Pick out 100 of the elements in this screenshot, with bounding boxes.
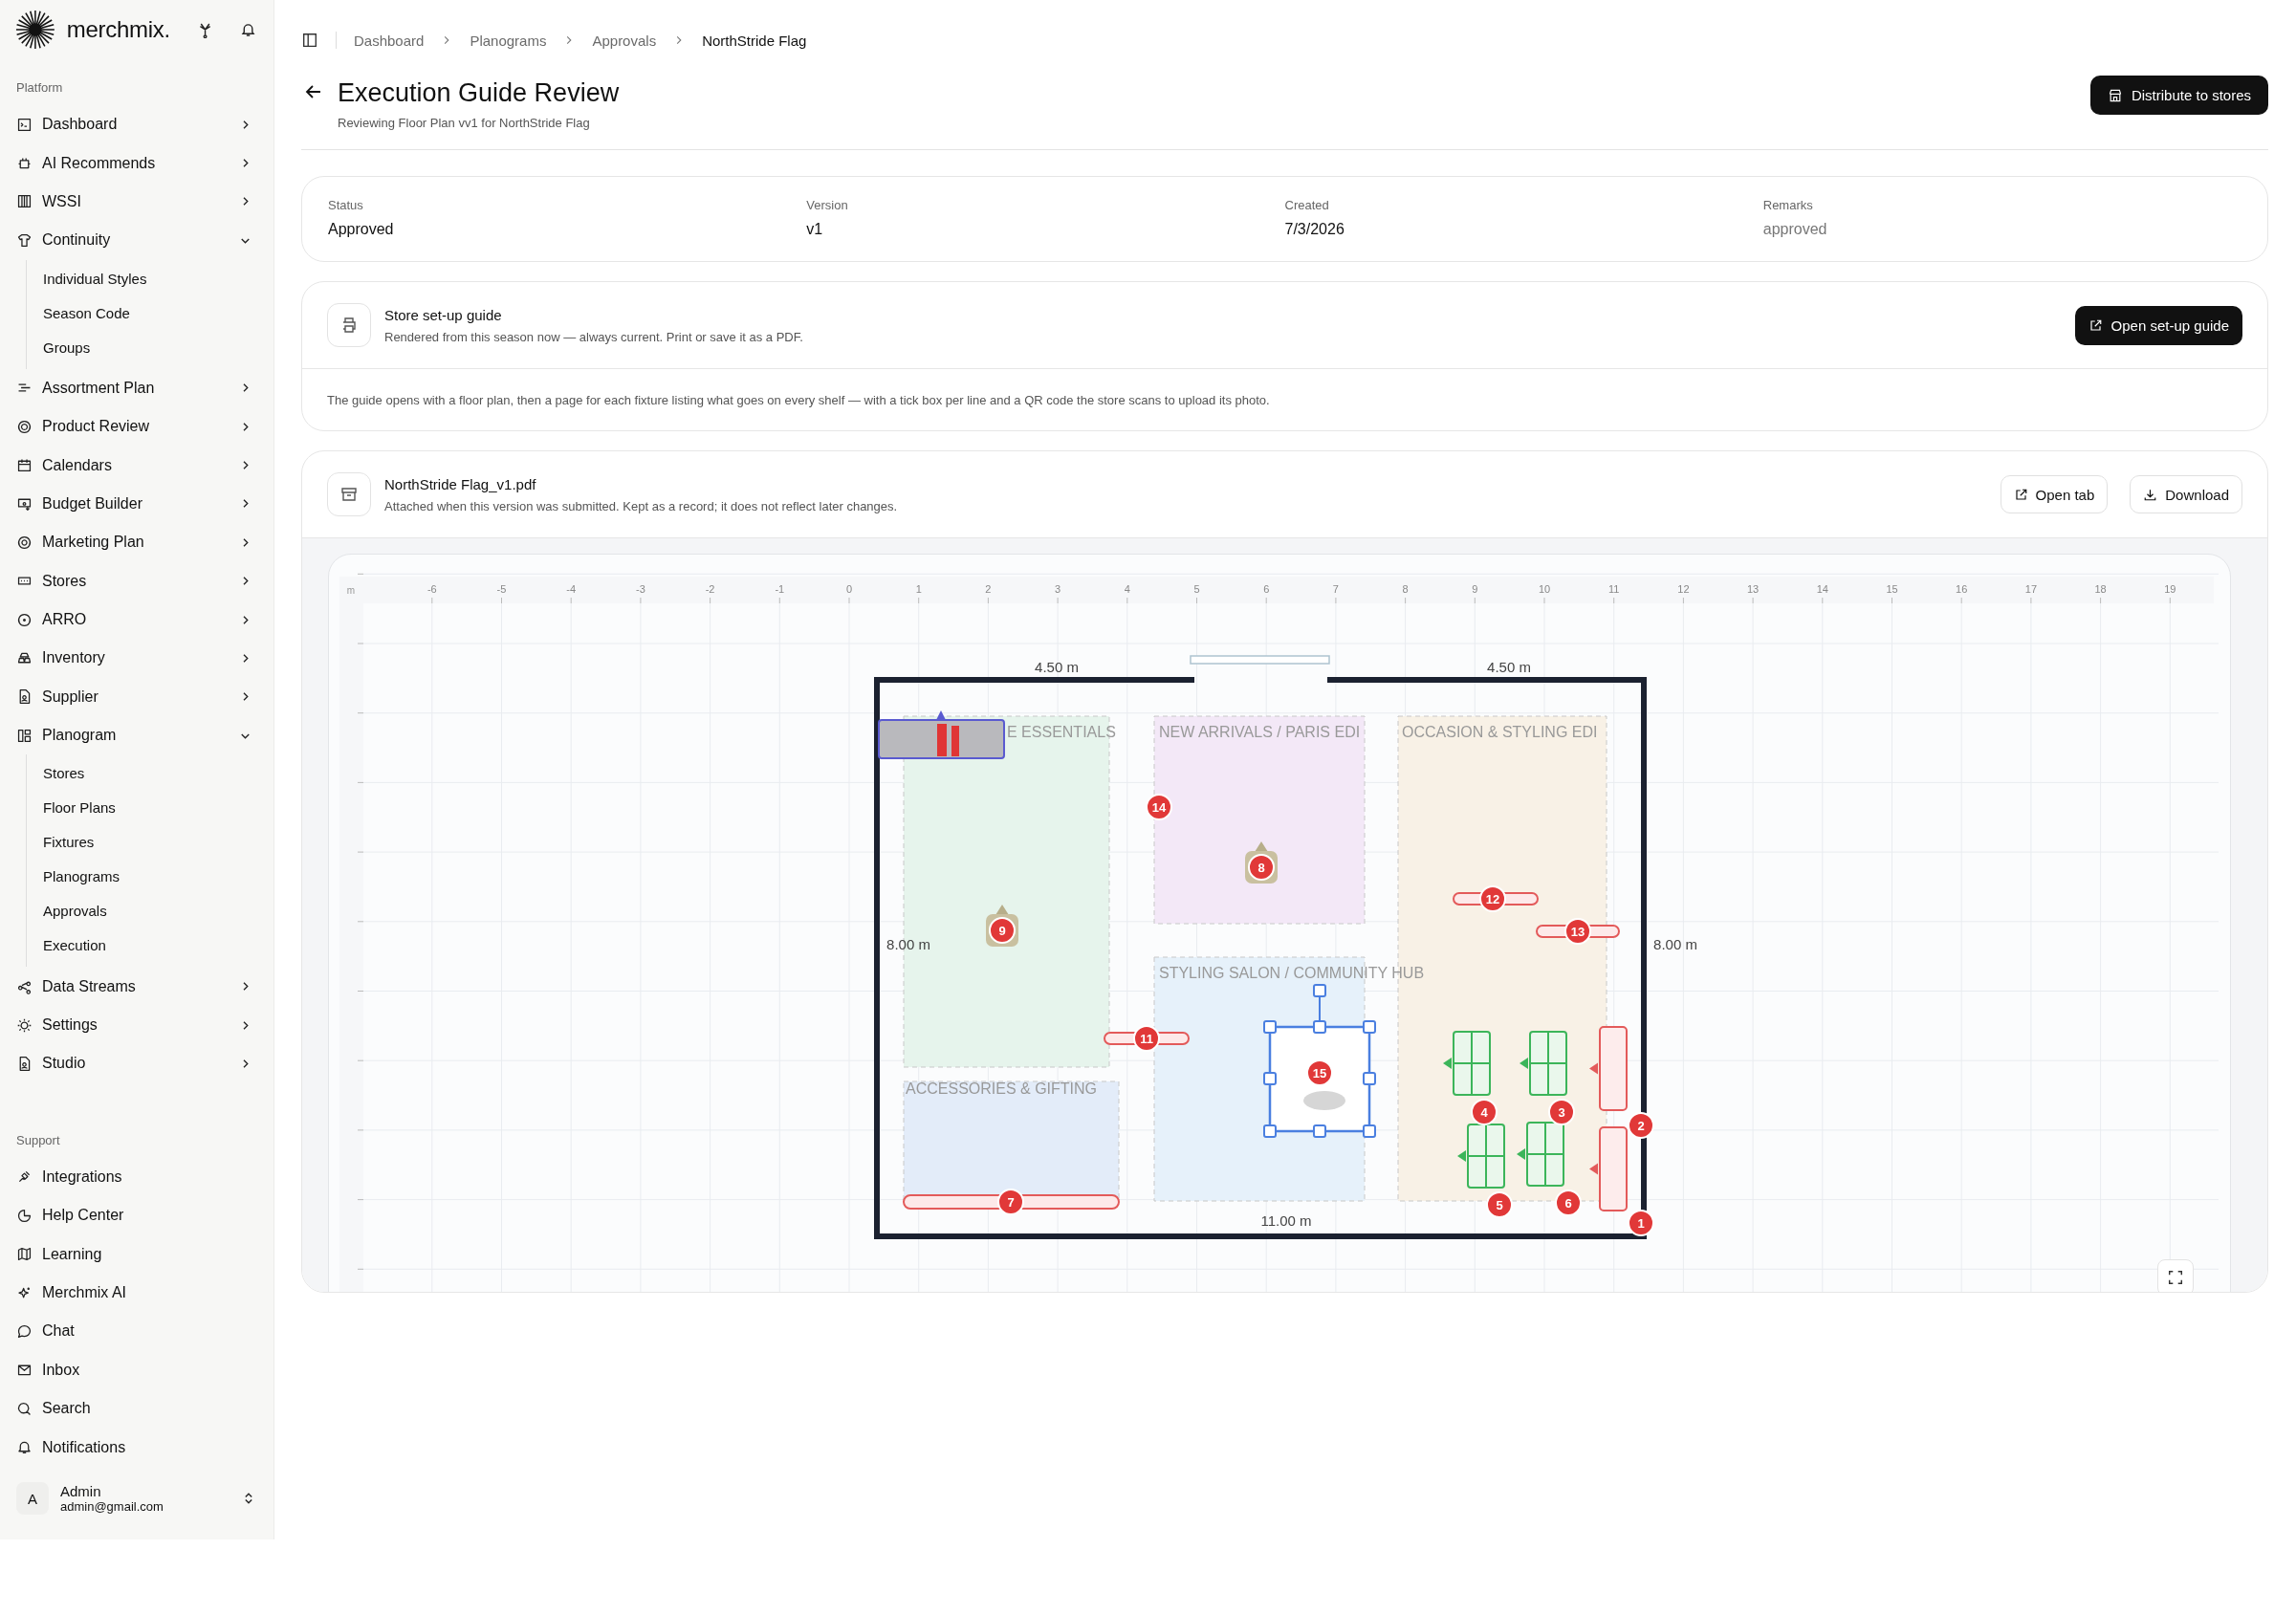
nav-item[interactable]: ARRO [16, 600, 256, 640]
nav-item[interactable]: Supplier [16, 677, 256, 717]
ruler-label: 2 [985, 583, 992, 595]
nav-item[interactable]: Budget Builder [16, 484, 256, 524]
download-button[interactable]: Download [2130, 475, 2242, 513]
fixture-marker[interactable]: 14 [1146, 794, 1172, 820]
nav-item[interactable]: Inventory [16, 639, 256, 678]
nav-icon [16, 457, 33, 474]
fixture-marker[interactable]: 2 [1628, 1112, 1654, 1139]
fixture-marker[interactable]: 1 [1628, 1210, 1654, 1236]
field-label: Status [328, 198, 364, 212]
nav-item[interactable]: Product Review [16, 406, 256, 447]
nav-item[interactable]: Learning [16, 1234, 256, 1274]
bell-icon[interactable] [239, 21, 256, 38]
breadcrumb-link[interactable]: Approvals [592, 32, 657, 49]
nav-item[interactable]: Help Center [16, 1196, 256, 1235]
nav-item[interactable]: Search [16, 1389, 256, 1429]
nav-item[interactable]: Merchmix AI [16, 1273, 256, 1313]
table-fixture [1520, 1031, 1567, 1096]
external-link-icon [2013, 487, 2028, 502]
field-label: Created [1284, 198, 1330, 212]
table-fixture [1443, 1031, 1491, 1096]
nav-item[interactable]: Notifications [16, 1428, 256, 1467]
ruler-label: -5 [496, 583, 507, 595]
nav-subitem[interactable]: Planograms [43, 860, 256, 895]
breadcrumb-link[interactable]: Planograms [470, 32, 547, 49]
fixture-marker[interactable]: 11 [1133, 1025, 1160, 1052]
nav-icon [16, 193, 33, 210]
brand-name: merchmix. [66, 16, 170, 43]
fixture-marker[interactable]: 5 [1486, 1191, 1513, 1218]
fixture-marker[interactable]: 6 [1555, 1189, 1582, 1216]
nav-icon [16, 418, 33, 435]
nav-item[interactable]: Marketing Plan [16, 523, 256, 562]
nav-icon [16, 1322, 33, 1340]
nav-item[interactable]: WSSI [16, 182, 256, 222]
ruler-label: 3 [1055, 583, 1061, 595]
zone-label: OCCASION & STYLING EDI [1402, 724, 1598, 740]
nav-subitem[interactable]: Execution [43, 928, 256, 964]
nav-subitem[interactable]: Groups [43, 330, 256, 365]
ruler-label: 18 [2094, 583, 2107, 595]
selection-frame[interactable] [1263, 984, 1376, 1138]
nav-subitem[interactable]: Stores [43, 756, 256, 792]
nav-icon [16, 116, 33, 133]
zone-label: E ESSENTIALS [1007, 724, 1116, 740]
dimension-label: 8.00 m [1653, 936, 1697, 952]
card-description: Rendered from this season now — always current. Print or save it as a PDF. [384, 329, 804, 344]
ruler-label: 4 [1124, 583, 1130, 595]
table-fixture [1517, 1122, 1564, 1187]
zone-label: NEW ARRIVALS / PARIS EDI [1159, 724, 1361, 740]
dimension-label: 8.00 m [886, 936, 930, 952]
nav-item[interactable]: Settings [16, 1005, 256, 1045]
nav-item[interactable]: Dashboard [16, 105, 256, 144]
ruler-label: 6 [1263, 583, 1270, 595]
nav-item[interactable]: Data Streams [16, 967, 256, 1006]
ruler-label: 0 [845, 583, 853, 595]
download-icon [2143, 487, 2158, 502]
field-value: approved [1762, 221, 1828, 238]
ruler-label: 17 [2024, 583, 2037, 595]
zone-label: STYLING SALON / COMMUNITY HUB [1159, 965, 1425, 981]
nav-item[interactable]: Studio [16, 1044, 256, 1083]
nav-item[interactable]: Chat [16, 1312, 256, 1351]
nav-item[interactable]: Continuity [16, 221, 256, 260]
page-subtitle: Reviewing Floor Plan vv1 for NorthStride Flag [338, 116, 591, 130]
section-label: Platform [16, 80, 64, 97]
nav-icon [16, 1207, 33, 1224]
fullscreen-button[interactable] [2157, 1259, 2194, 1292]
field-value: Approved [328, 221, 395, 238]
open-guide-button[interactable]: Open set-up guide [2074, 305, 2242, 345]
nav-icon [16, 1016, 33, 1034]
nav-subitem[interactable]: Individual Styles [43, 261, 256, 296]
fixture-marker[interactable]: 7 [997, 1189, 1024, 1215]
nav-item[interactable]: Assortment Plan [16, 368, 256, 407]
ruler-label: 9 [1472, 583, 1478, 595]
zone-label: ACCESSORIES & GIFTING [906, 1080, 1098, 1097]
archive-icon [327, 472, 371, 516]
card-description: Attached when this version was submitted. Kept as a record; it does not reflect later changes. [384, 498, 899, 513]
nav-item[interactable]: Calendars [16, 446, 256, 485]
nav-item[interactable]: Integrations [16, 1157, 256, 1197]
nav-subitem[interactable]: Approvals [43, 894, 256, 929]
nav-item[interactable]: Stores [16, 561, 256, 600]
sidebar-toggle-icon[interactable] [301, 32, 318, 49]
user-email: admin@gmail.com [60, 1499, 164, 1514]
nav-item[interactable]: Inbox [16, 1350, 256, 1389]
distribute-button[interactable]: Distribute to stores [2089, 76, 2268, 115]
nav-item[interactable]: AI Recommends [16, 143, 256, 183]
field-label: Remarks [1762, 198, 1814, 212]
ruler-label: 11 [1608, 583, 1620, 595]
breadcrumb-link[interactable]: Dashboard [354, 32, 425, 49]
ruler-label: 19 [2164, 583, 2176, 595]
ruler-label: 7 [1332, 583, 1339, 595]
nav-subitem[interactable]: Season Code [43, 295, 256, 331]
nav-icon [16, 611, 33, 628]
open-tab-button[interactable]: Open tab [2000, 475, 2109, 513]
ruler-label: 14 [1816, 583, 1828, 595]
nav-item[interactable]: Planogram [16, 716, 256, 755]
nav-icon [16, 1439, 33, 1456]
file-name: NorthStride Flag_v1.pdf [384, 475, 537, 492]
nav-subitem[interactable]: Floor Plans [43, 791, 256, 826]
nav-subitem[interactable]: Fixtures [43, 825, 256, 861]
guide-note: The guide opens with a floor plan, then a page for each fixture listing what goes on every shelf — with a tick box per line and a QR code the store scans to upload its photo. [302, 368, 2267, 430]
